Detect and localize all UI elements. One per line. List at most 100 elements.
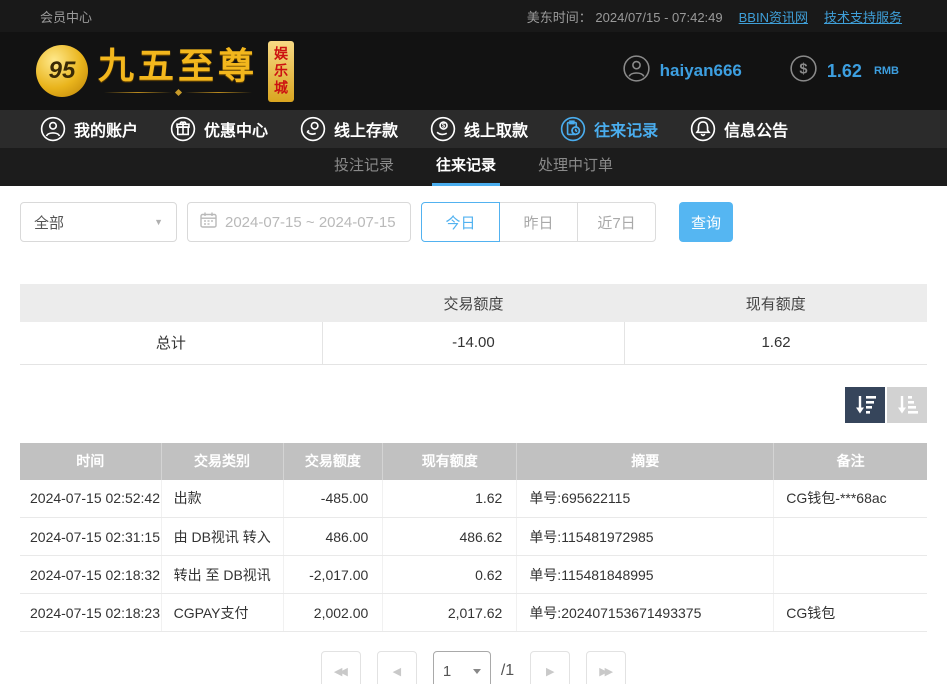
sort-controls [20,387,927,423]
nav-item-deposit[interactable]: 线上存款 [300,116,398,142]
col-header-time: 时间 [20,443,161,480]
summary-trade-total: -14.00 [322,322,624,364]
table-header-row: 时间 交易类别 交易额度 现有额度 摘要 备注 [20,443,927,480]
username: haiyan666 [660,61,742,81]
member-center-label: 会员中心 [40,7,92,26]
cell-amount: -2,017.00 [283,556,383,594]
nav-item-promotions[interactable]: 优惠中心 [170,116,268,142]
cell-balance: 1.62 [383,480,517,518]
next-page-button[interactable]: ▶ [530,651,570,684]
server-time: 美东时间： 2024/07/15 - 07:42:49 [527,7,723,26]
user-account[interactable]: haiyan666 [623,55,742,87]
cell-amount: -485.00 [283,480,383,518]
flourish-ornament [98,90,258,95]
cell-type: 转出 至 DB视讯 [161,556,283,594]
date-range-input[interactable]: 2024-07-15 ~ 2024-07-15 [187,202,411,242]
logo[interactable]: 95 九五至尊 娱乐城 [36,41,334,102]
sort-desc-icon [853,394,877,416]
cell-summary: 单号:202407153671493375 [517,594,774,632]
nav-label: 我的账户 [74,117,138,141]
records-icon [560,116,586,142]
cell-balance: 486.62 [383,518,517,556]
user-icon [40,116,66,142]
tab-transaction-records[interactable]: 往来记录 [432,154,500,186]
sort-ascending-button[interactable] [887,387,927,423]
tab-bet-records[interactable]: 投注记录 [330,154,398,186]
main-content: 全部 ▼ 2024-07-15 ~ 2024-07-15 今日 昨日 近7日 查… [0,202,947,684]
brand-title: 九五至尊 [98,48,258,84]
tech-support-link[interactable]: 技术支持服务 [824,7,902,26]
record-tabs: 投注记录 往来记录 处理中订单 [0,148,947,186]
nav-item-my-account[interactable]: 我的账户 [40,116,138,142]
cell-remark: CG钱包-***68ac [774,480,927,518]
arrow-left-icon: ◀ [393,665,401,678]
quick-date-group: 今日 昨日 近7日 [421,202,656,242]
calendar-icon [200,212,217,232]
nav-item-withdraw[interactable]: $ 线上取款 [430,116,528,142]
page-select-value: 1 [443,663,451,680]
summary-header-trade: 交易额度 [322,284,624,322]
pagination: ◀◀ ◀ 1 /1 ▶ ▶▶ [20,651,927,684]
transactions-table: 时间 交易类别 交易额度 现有额度 摘要 备注 2024-07-15 02:52… [20,443,927,633]
cell-remark: CG钱包 [774,594,927,632]
nav-label: 优惠中心 [204,117,268,141]
cell-amount: 2,002.00 [283,594,383,632]
cell-balance: 2,017.62 [383,594,517,632]
chevron-down-icon [473,669,481,674]
double-arrow-left-icon: ◀◀ [334,665,345,678]
bell-icon [690,116,716,142]
category-select-value: 全部 [34,212,64,233]
table-row: 2024-07-15 02:18:23 CGPAY支付 2,002.00 2,0… [20,594,927,632]
dollar-icon: $ [790,55,817,87]
gift-icon [170,116,196,142]
first-page-button[interactable]: ◀◀ [321,651,361,684]
filter-bar: 全部 ▼ 2024-07-15 ~ 2024-07-15 今日 昨日 近7日 查… [20,202,927,242]
top-utility-bar: 会员中心 美东时间： 2024/07/15 - 07:42:49 BBIN资讯网… [0,0,947,32]
nav-label: 线上存款 [334,117,398,141]
search-button[interactable]: 查询 [679,202,733,242]
col-header-remark: 备注 [774,443,927,480]
yesterday-button[interactable]: 昨日 [499,202,578,242]
cell-time: 2024-07-15 02:18:23 [20,594,161,632]
page-select[interactable]: 1 [433,651,491,684]
currency-label: RMB [874,65,899,77]
double-arrow-right-icon: ▶▶ [599,665,610,678]
cell-time: 2024-07-15 02:52:42 [20,480,161,518]
balance-amount: 1.62 [827,61,862,82]
cell-time: 2024-07-15 02:31:15 [20,518,161,556]
cell-summary: 单号:695622115 [517,480,774,518]
last-page-button[interactable]: ▶▶ [586,651,626,684]
cell-summary: 单号:115481848995 [517,556,774,594]
user-icon [623,55,650,87]
cell-type: CGPAY支付 [161,594,283,632]
nav-label: 信息公告 [724,117,788,141]
summary-total-label: 总计 [20,322,322,364]
table-row: 2024-07-15 02:31:15 由 DB视讯 转入 486.00 486… [20,518,927,556]
brand-header: 95 九五至尊 娱乐城 haiyan666 $ [0,32,947,110]
page-total: /1 [501,662,514,680]
logo-95-icon: 95 [36,45,88,97]
cell-balance: 0.62 [383,556,517,594]
svg-text:$: $ [799,62,807,78]
nav-item-transaction-records[interactable]: 往来记录 [560,116,658,142]
last7days-button[interactable]: 近7日 [577,202,656,242]
sort-descending-button[interactable] [845,387,885,423]
nav-item-announcements[interactable]: 信息公告 [690,116,788,142]
tab-pending-orders[interactable]: 处理中订单 [534,154,617,186]
withdraw-icon: $ [430,116,456,142]
col-header-amount: 交易额度 [283,443,383,480]
summary-header-balance: 现有额度 [625,284,927,322]
cell-amount: 486.00 [283,518,383,556]
prev-page-button[interactable]: ◀ [377,651,417,684]
cell-type: 出款 [161,480,283,518]
col-header-type: 交易类别 [161,443,283,480]
sort-asc-icon [895,394,919,416]
cell-remark [774,518,927,556]
today-button[interactable]: 今日 [421,202,500,242]
bbin-news-link[interactable]: BBIN资讯网 [739,7,808,26]
category-select[interactable]: 全部 ▼ [20,202,177,242]
summary-balance-total: 1.62 [625,322,927,364]
balance-display[interactable]: $ 1.62 RMB [790,55,899,87]
col-header-balance: 现有额度 [383,443,517,480]
nav-label: 往来记录 [594,117,658,141]
